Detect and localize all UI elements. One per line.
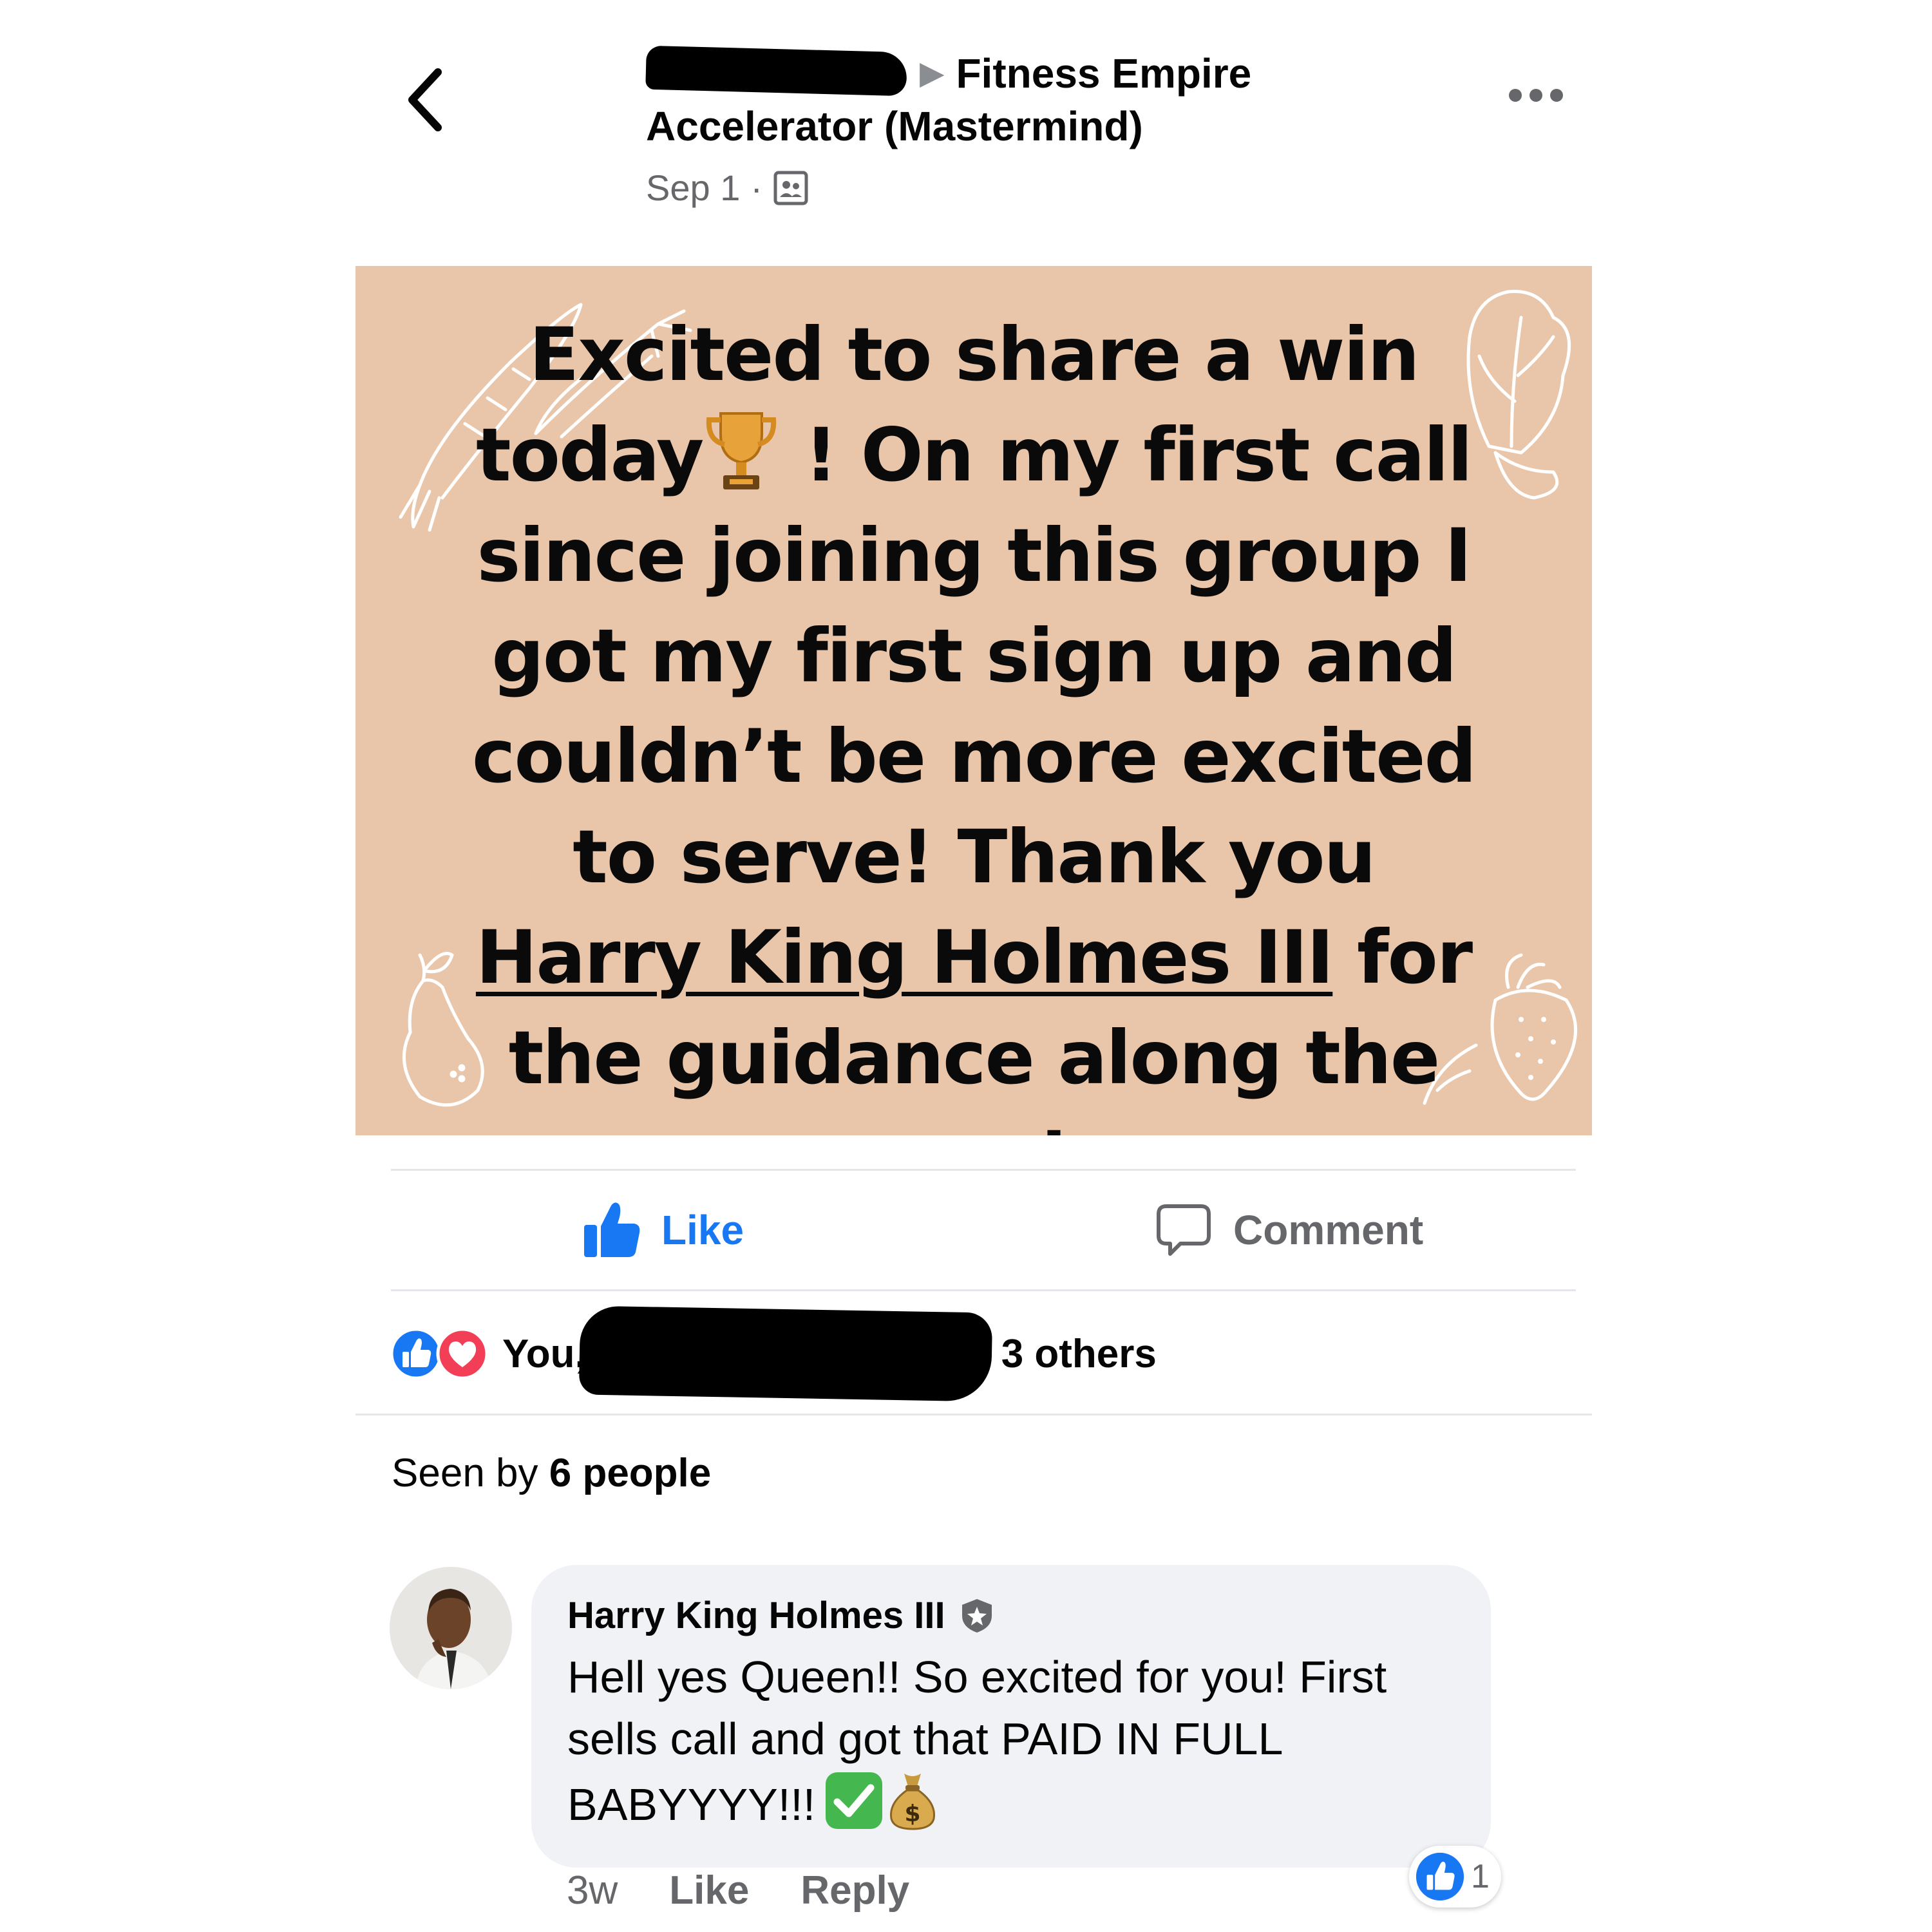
comment-bubble: Harry King Holmes III Hell yes Queen!! S… <box>531 1565 1491 1868</box>
redacted-author-name <box>645 45 907 97</box>
seen-by-prefix: Seen by <box>392 1451 549 1495</box>
back-button[interactable] <box>394 64 459 135</box>
seen-by-count: 6 people <box>549 1451 712 1495</box>
divider-bottom <box>355 1414 1592 1416</box>
post-date[interactable]: Sep 1 <box>646 167 740 209</box>
seen-by[interactable]: Seen by 6 people <box>392 1450 711 1496</box>
post-header: ▶ Fitness Empire Accelerator (Mastermind)… <box>645 45 1419 209</box>
comment-body: Hell yes Queen!! So excited for you! Fir… <box>567 1652 1387 1830</box>
reactions-summary[interactable]: You, nd 3 others <box>390 1305 1157 1402</box>
trophy-icon <box>706 412 777 489</box>
commenter-name[interactable]: Harry King Holmes III <box>567 1594 1455 1637</box>
comment-actions: 3w Like Reply <box>567 1868 909 1913</box>
divider-middle <box>391 1289 1576 1291</box>
divider-top <box>391 1169 1576 1171</box>
admin-shield-icon <box>961 1598 992 1633</box>
svg-text:$: $ <box>905 1801 921 1827</box>
comment-reaction-badge[interactable]: 1 <box>1409 1846 1501 1908</box>
redacted-reactor-names <box>578 1305 992 1402</box>
money-bag-icon: $ <box>890 1774 936 1830</box>
comment-text: Hell yes Queen!! So excited for you! Fir… <box>567 1646 1455 1835</box>
comment-timestamp[interactable]: 3w <box>567 1868 618 1913</box>
breadcrumb: ▶ Fitness Empire <box>645 45 1419 100</box>
post-meta: Sep 1 · <box>646 167 1419 209</box>
thumbs-up-icon <box>584 1202 640 1257</box>
post-background-card[interactable]: Excited to share a win today ! On my fir… <box>355 266 1592 1135</box>
comment-like-button[interactable]: Like <box>669 1868 749 1913</box>
like-button[interactable]: Like <box>583 1195 744 1265</box>
comment-button[interactable]: Comment <box>1155 1195 1423 1265</box>
commenter-name-text: Harry King Holmes III <box>567 1595 945 1636</box>
check-mark-icon <box>826 1772 883 1829</box>
comment-label: Comment <box>1233 1207 1424 1253</box>
profile-photo <box>390 1567 512 1689</box>
more-options-icon <box>1509 89 1563 102</box>
comment-reply-button[interactable]: Reply <box>800 1868 909 1913</box>
reaction-names: You, nd 3 others <box>502 1305 1157 1402</box>
breadcrumb-arrow-icon: ▶ <box>920 55 945 91</box>
meta-separator: · <box>750 167 762 208</box>
love-reaction-icon <box>436 1327 489 1380</box>
like-reaction-icon <box>1416 1852 1464 1901</box>
avatar[interactable] <box>390 1567 512 1689</box>
like-label: Like <box>661 1207 744 1253</box>
more-options-button[interactable] <box>1504 76 1568 115</box>
reaction-icons <box>390 1327 502 1380</box>
speech-bubble-icon <box>1157 1204 1211 1256</box>
like-reaction-icon <box>390 1327 442 1380</box>
group-members-icon <box>773 171 808 205</box>
comment-reaction-number: 1 <box>1471 1858 1490 1895</box>
group-name-continued[interactable]: Accelerator (Mastermind) <box>646 100 1419 153</box>
mention-link[interactable]: Harry King Holmes III <box>476 914 1334 1000</box>
reaction-you: You, <box>502 1331 586 1376</box>
post-text: Excited to share a win today ! On my fir… <box>452 305 1495 1135</box>
group-name[interactable]: Fitness Empire <box>956 50 1251 97</box>
chevron-left-icon <box>408 68 442 131</box>
